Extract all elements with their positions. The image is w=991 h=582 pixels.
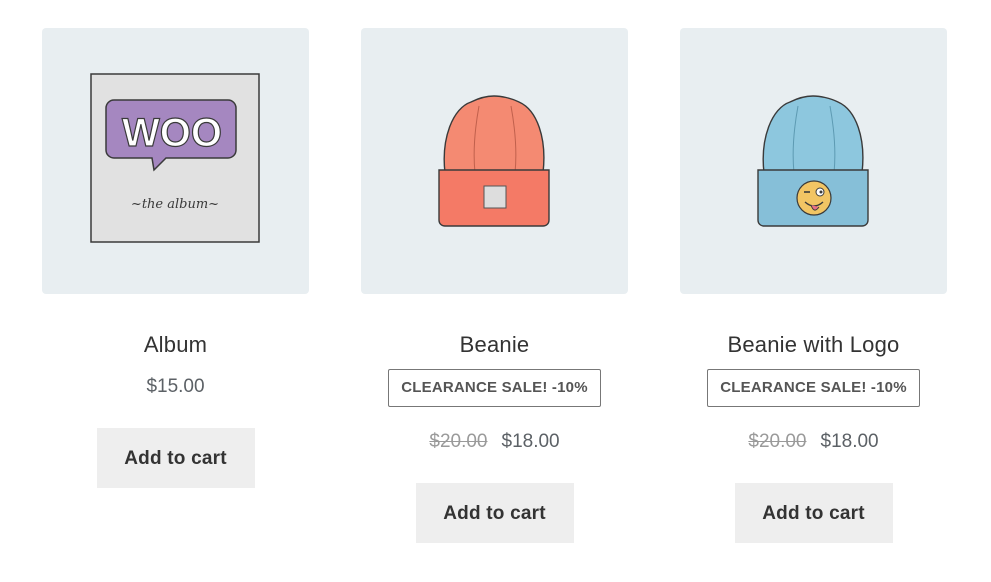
add-to-cart-button[interactable]: Add to cart (734, 483, 893, 543)
add-to-cart-button[interactable]: Add to cart (415, 483, 574, 543)
product-grid: WOO ~the album~ Album $15.00 Add to cart… (0, 0, 991, 582)
sale-badge: CLEARANCE SALE! -10% (707, 369, 920, 407)
emoji-logo-icon (796, 180, 832, 216)
current-price: $18.00 (820, 431, 879, 452)
woo-logo-text: WOO (122, 111, 222, 155)
product-price: $15.00 (42, 374, 309, 400)
orange-beanie-image (438, 95, 550, 227)
add-to-cart-button[interactable]: Add to cart (96, 428, 255, 488)
product-price: $20.00 $18.00 (361, 429, 628, 455)
album-cover-image: WOO ~the album~ (90, 73, 260, 243)
product-image-link[interactable] (361, 28, 628, 294)
product-title[interactable]: Beanie with Logo (680, 330, 947, 360)
original-price: $20.00 (748, 431, 807, 452)
product-title[interactable]: Album (42, 330, 309, 360)
product-image-link[interactable]: WOO ~the album~ (42, 28, 309, 294)
current-price: $18.00 (501, 431, 560, 452)
original-price: $20.00 (429, 431, 488, 452)
product-card-beanie: Beanie CLEARANCE SALE! -10% $20.00 $18.00… (361, 28, 628, 543)
product-title[interactable]: Beanie (361, 330, 628, 360)
sale-badge: CLEARANCE SALE! -10% (388, 369, 601, 407)
product-card-album: WOO ~the album~ Album $15.00 Add to cart (42, 28, 309, 488)
current-price: $15.00 (146, 376, 205, 397)
product-price: $20.00 $18.00 (680, 429, 947, 455)
album-subtext: ~the album~ (131, 197, 219, 212)
product-image-link[interactable] (680, 28, 947, 294)
product-card-beanie-with-logo: Beanie with Logo CLEARANCE SALE! -10% $2… (680, 28, 947, 543)
blue-beanie-image (757, 95, 869, 227)
